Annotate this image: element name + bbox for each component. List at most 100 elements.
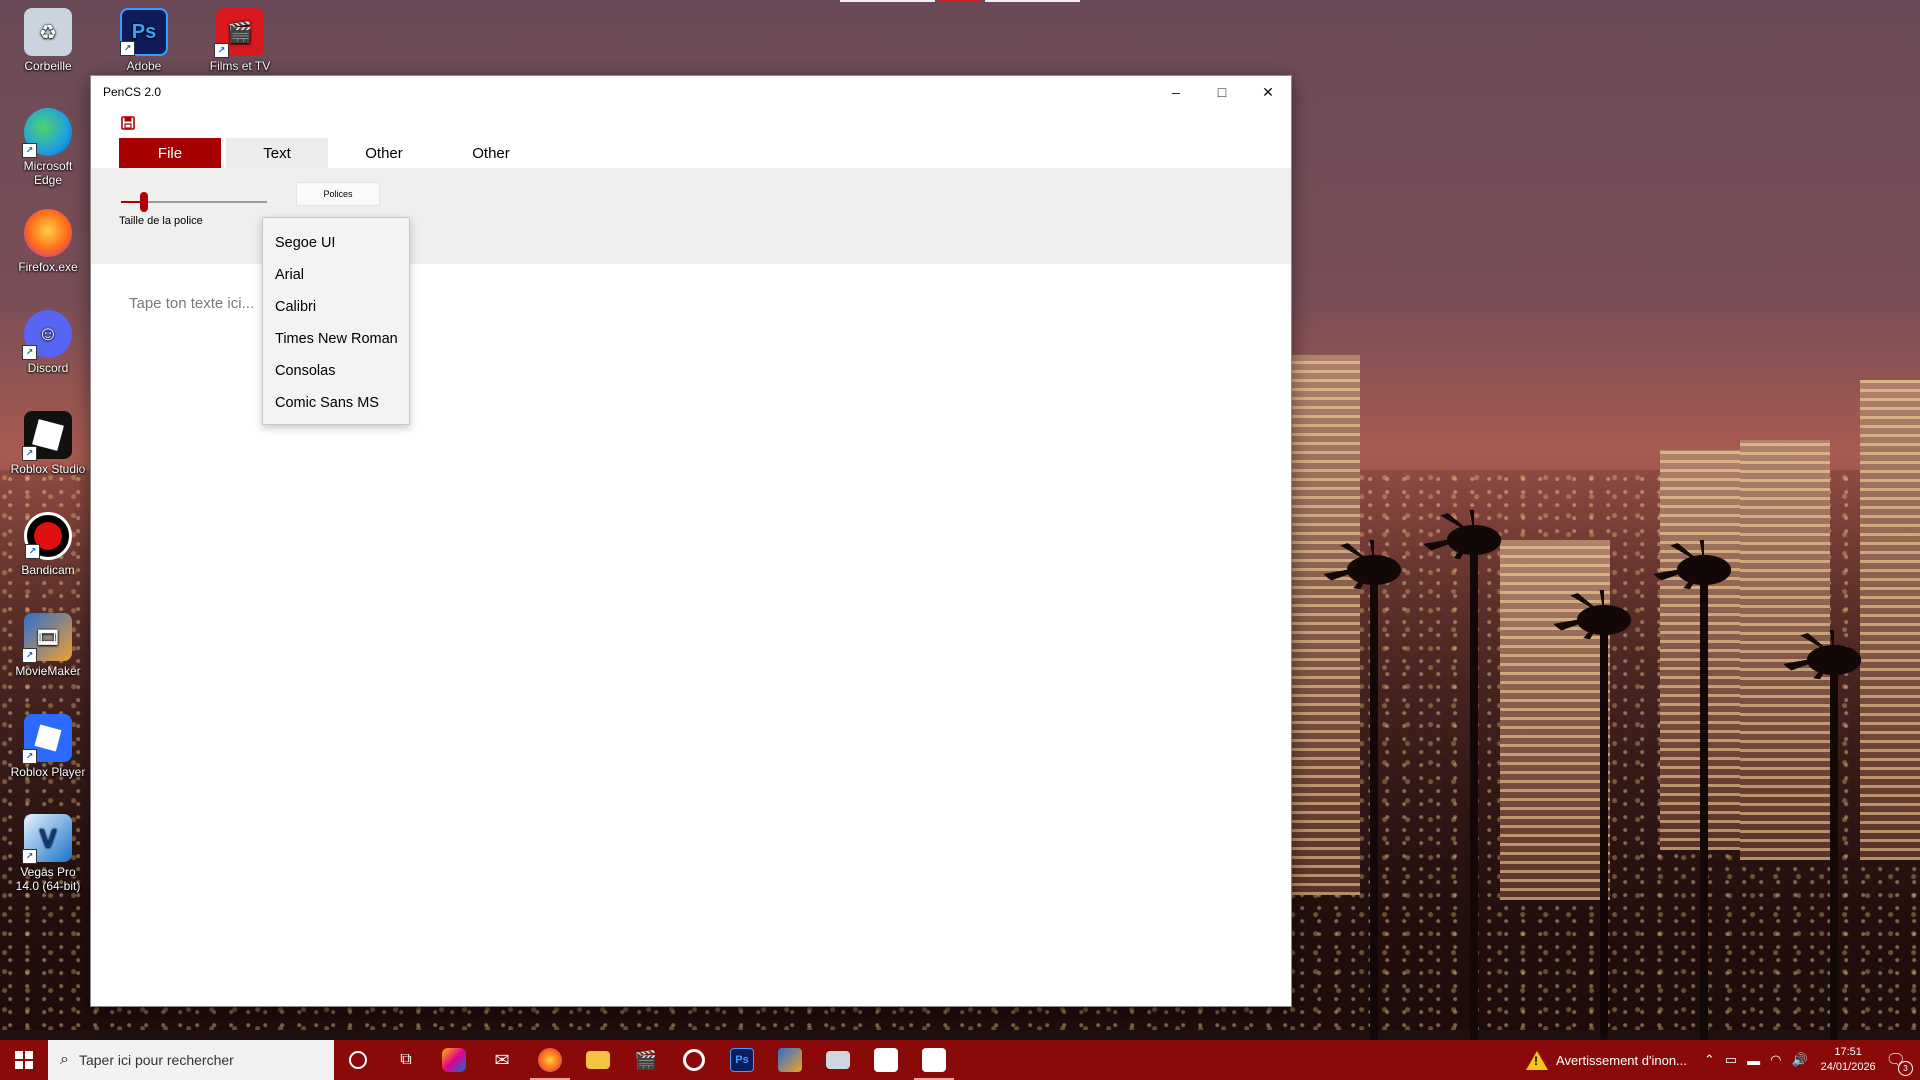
- printer-icon: [826, 1051, 850, 1069]
- font-option[interactable]: Times New Roman: [263, 323, 409, 355]
- moviemaker-icon: [778, 1048, 802, 1072]
- desktop-icon-label: Roblox Studio: [10, 462, 86, 476]
- desktop-icon-label: MovieMaker: [15, 664, 81, 678]
- tab-text[interactable]: Text: [226, 138, 328, 168]
- desktop-icon-label: Roblox Player: [10, 765, 86, 779]
- font-size-label: Taille de la police: [119, 215, 203, 227]
- battery-icon[interactable]: ▬: [1747, 1053, 1760, 1068]
- volume-icon[interactable]: 🔊: [1791, 1052, 1807, 1068]
- clock-time: 17:51: [1834, 1046, 1862, 1058]
- clock[interactable]: 17:51 24/01/2026: [1821, 1045, 1876, 1075]
- start-button[interactable]: [0, 1040, 48, 1080]
- chevron-up-icon[interactable]: ⌃: [1704, 1052, 1715, 1068]
- clapperboard-icon: 🎬: [634, 1049, 658, 1070]
- desktop-icon-adobe[interactable]: Ps ↗ Adobe: [104, 8, 184, 73]
- wallpaper-palm: [1420, 510, 1528, 1040]
- cortana-button[interactable]: [334, 1040, 382, 1080]
- font-option[interactable]: Segoe UI: [263, 227, 409, 259]
- slider-thumb[interactable]: [140, 192, 148, 212]
- taskbar-app-pencs[interactable]: [910, 1040, 958, 1080]
- notification-badge: 3: [1898, 1061, 1913, 1076]
- font-option[interactable]: Arial: [263, 259, 409, 291]
- moviemaker-icon: 🎞 ↗: [22, 613, 72, 663]
- top-edge-strip: [940, 0, 980, 2]
- font-dropdown: Segoe UI Arial Calibri Times New Roman C…: [262, 217, 410, 425]
- tab-file[interactable]: File: [119, 138, 221, 168]
- warning-text: Avertissement d'inon...: [1556, 1052, 1687, 1068]
- wallpaper-tower: [1290, 355, 1360, 895]
- taskbar-app-record[interactable]: [670, 1040, 718, 1080]
- wallpaper-tower: [1860, 380, 1920, 860]
- desktop-icon-roblox-player[interactable]: ↗ Roblox Player: [8, 714, 88, 779]
- search-placeholder: Taper ici pour rechercher: [78, 1052, 234, 1068]
- desktop-icon-bandicam[interactable]: ↗ Bandicam: [8, 512, 88, 577]
- taskbar-app-mail[interactable]: ✉: [478, 1040, 526, 1080]
- desktop-icon-label: Discord: [27, 361, 69, 375]
- taskbar-app-moviemaker[interactable]: [766, 1040, 814, 1080]
- notification-center-button[interactable]: 🗨 3: [1886, 1050, 1913, 1076]
- windows-logo-icon: [15, 1051, 33, 1069]
- desktop-icon-recycle-bin[interactable]: ♻ Corbeille: [8, 8, 88, 73]
- maximize-button[interactable]: □: [1199, 76, 1245, 108]
- desktop-icon-roblox-studio[interactable]: ↗ Roblox Studio: [8, 411, 88, 476]
- app-window: PenCS 2.0 – □ ✕ File Text Other Other Ta…: [90, 75, 1292, 1007]
- close-button[interactable]: ✕: [1245, 76, 1291, 108]
- taskbar-app-explorer[interactable]: [574, 1040, 622, 1080]
- desktop-icon-edge[interactable]: ↗ Microsoft Edge: [8, 108, 88, 187]
- desktop-icon-vegas-pro[interactable]: V ↗ Vegas Pro 14.0 (64-bit): [8, 814, 88, 893]
- desktop-icon-label: Corbeille: [24, 59, 72, 73]
- wallpaper-palm: [1320, 540, 1428, 1040]
- taskbar-app-printer[interactable]: [814, 1040, 862, 1080]
- tab-other-2[interactable]: Other: [440, 138, 542, 168]
- taskbar-app-firefox[interactable]: [526, 1040, 574, 1080]
- top-edge-strip: [840, 0, 935, 2]
- desktop-icon-label: Vegas Pro 14.0 (64-bit): [15, 865, 81, 893]
- firefox-icon: [24, 209, 72, 257]
- desktop-icon-label: Microsoft Edge: [23, 159, 73, 187]
- search-icon: ⌕: [60, 1051, 69, 1068]
- desktop-icon-label: Films et TV: [209, 59, 271, 73]
- ribbon-tabs: File Text Other Other: [119, 138, 547, 168]
- font-option[interactable]: Consolas: [263, 355, 409, 387]
- wifi-icon[interactable]: ◠: [1770, 1052, 1781, 1068]
- fonts-button[interactable]: Polices: [296, 182, 380, 206]
- taskbar-search-box[interactable]: ⌕ Taper ici pour rechercher: [48, 1040, 334, 1080]
- edge-icon: ↗: [22, 108, 72, 158]
- record-icon: [683, 1049, 705, 1071]
- notepad-icon: [874, 1048, 898, 1072]
- device-icon[interactable]: ▭: [1725, 1052, 1737, 1068]
- wallpaper-palm: [1780, 630, 1888, 1040]
- tab-other[interactable]: Other: [333, 138, 435, 168]
- font-size-slider[interactable]: [121, 192, 267, 212]
- taskbar-app-notepad[interactable]: [862, 1040, 910, 1080]
- warning-notification[interactable]: Avertissement d'inon...: [1526, 1050, 1687, 1070]
- vegas-pro-icon: V ↗: [22, 814, 72, 864]
- desktop-icon-discord[interactable]: ☺ ↗ Discord: [8, 310, 88, 375]
- folder-icon: [586, 1051, 610, 1069]
- cortana-icon: [349, 1051, 367, 1069]
- discord-icon: ☺ ↗: [22, 310, 72, 360]
- taskbar-app-copilot[interactable]: [430, 1040, 478, 1080]
- font-option[interactable]: Comic Sans MS: [263, 387, 409, 419]
- taskbar-app-photoshop[interactable]: Ps: [718, 1040, 766, 1080]
- clock-date: 24/01/2026: [1820, 1061, 1876, 1073]
- minimize-button[interactable]: –: [1153, 76, 1199, 108]
- warning-icon: [1526, 1050, 1549, 1070]
- firefox-icon: [538, 1048, 562, 1072]
- films-tv-icon: 🎬 ↗: [214, 8, 264, 58]
- roblox-studio-icon: ↗: [22, 411, 72, 461]
- desktop-icon-films-tv[interactable]: 🎬 ↗ Films et TV: [200, 8, 280, 73]
- window-titlebar[interactable]: PenCS 2.0 – □ ✕: [91, 76, 1291, 108]
- desktop-icon-label: Bandicam: [21, 563, 75, 577]
- copilot-icon: [442, 1048, 466, 1072]
- bandicam-icon: ↗: [24, 512, 72, 560]
- desktop-icon-firefox[interactable]: Firefox.exe: [8, 209, 88, 274]
- task-view-button[interactable]: ⧉: [382, 1040, 430, 1080]
- mail-icon: ✉: [494, 1049, 510, 1070]
- font-option[interactable]: Calibri: [263, 291, 409, 323]
- save-icon[interactable]: [121, 116, 135, 130]
- wallpaper-palm: [1650, 540, 1758, 1040]
- desktop-icon-moviemaker[interactable]: 🎞 ↗ MovieMaker: [8, 613, 88, 678]
- taskbar-app-films[interactable]: 🎬: [622, 1040, 670, 1080]
- text-editor-input[interactable]: Tape ton texte ici...: [129, 295, 254, 312]
